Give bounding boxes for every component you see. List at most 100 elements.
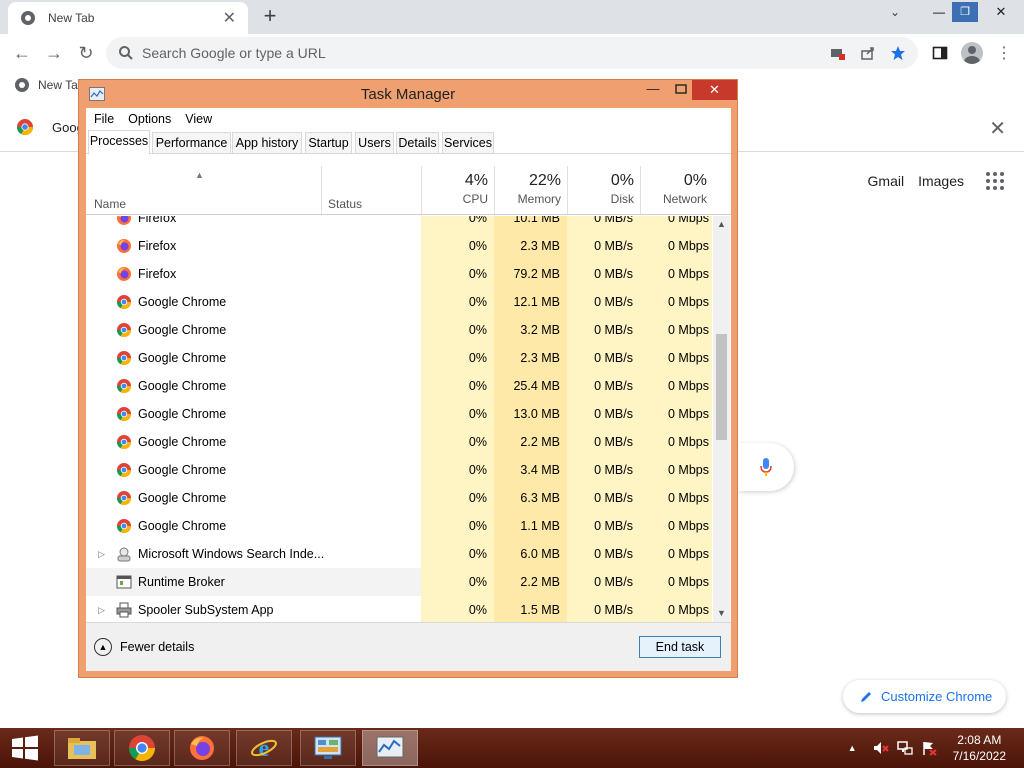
menu-options[interactable]: Options	[128, 112, 171, 126]
new-tab-button[interactable]: +	[258, 4, 282, 28]
address-bar[interactable]: Search Google or type a URL	[106, 37, 918, 69]
disk-value: 0 MB/s	[567, 344, 640, 372]
expand-arrow-icon[interactable]: ▷	[98, 596, 105, 622]
tab-search-icon[interactable]: ⌄	[880, 5, 910, 19]
customize-label: Customize Chrome	[881, 689, 993, 704]
process-name: Google Chrome	[138, 491, 227, 505]
memory-value: 13.0 MB	[494, 400, 567, 428]
tab-users[interactable]: Users	[355, 132, 394, 154]
tab-performance[interactable]: Performance	[152, 132, 231, 154]
google-apps-icon[interactable]	[986, 172, 1004, 190]
scroll-up-icon[interactable]: ▲	[713, 216, 730, 233]
show-hidden-icons-icon[interactable]: ▲	[848, 743, 857, 753]
voice-search-button[interactable]	[738, 443, 794, 491]
process-name: Google Chrome	[138, 435, 227, 449]
table-row[interactable]: Google Chrome 0% 3.2 MB 0 MB/s 0 Mbps	[86, 316, 712, 344]
tm-maximize-button[interactable]	[667, 80, 695, 100]
table-row[interactable]: ▷ Spooler SubSystem App 0% 1.5 MB 0 MB/s 0 Mb…	[86, 596, 712, 622]
taskbar-firefox[interactable]	[174, 730, 230, 766]
memory-value: 79.2 MB	[494, 260, 567, 288]
table-row[interactable]: Firefox 0% 79.2 MB 0 MB/s 0 Mbps	[86, 260, 712, 288]
table-row[interactable]: Google Chrome 0% 25.4 MB 0 MB/s 0 Mbps	[86, 372, 712, 400]
table-row[interactable]: ▷ Microsoft Windows Search Inde... 0% 6.0 M…	[86, 540, 712, 568]
action-center-flag-icon[interactable]	[921, 740, 937, 756]
memory-value: 2.2 MB	[494, 568, 567, 596]
tab-details[interactable]: Details	[396, 132, 439, 154]
side-panel-icon[interactable]	[928, 37, 952, 69]
taskbar-chrome[interactable]	[114, 730, 170, 766]
column-disk[interactable]: 0% Disk	[567, 172, 634, 206]
task-manager-titlebar[interactable]: Task Manager — ✕	[79, 80, 737, 108]
expand-arrow-icon[interactable]: ▷	[98, 540, 105, 568]
bookmark-new-tab[interactable]: New Tab	[14, 77, 84, 93]
vertical-scrollbar[interactable]: ▲ ▼	[713, 216, 730, 622]
table-row[interactable]: Google Chrome 0% 6.3 MB 0 MB/s 0 Mbps	[86, 484, 712, 512]
table-row[interactable]: Firefox 0% 10.1 MB 0 MB/s 0 Mbps	[86, 216, 712, 232]
close-tab-icon[interactable]: ✕	[223, 8, 236, 28]
network-value: 0 Mbps	[640, 344, 712, 372]
tm-close-button[interactable]: ✕	[692, 80, 737, 100]
taskbar-control-panel[interactable]	[300, 730, 356, 766]
profile-avatar[interactable]	[960, 37, 984, 69]
avatar	[961, 42, 983, 64]
cpu-value: 0%	[421, 232, 494, 260]
column-network[interactable]: 0% Network	[640, 172, 707, 206]
taskbar-task-manager[interactable]	[362, 730, 418, 766]
scroll-down-icon[interactable]: ▼	[713, 605, 730, 622]
table-row[interactable]: Google Chrome 0% 2.2 MB 0 MB/s 0 Mbps	[86, 428, 712, 456]
tab-processes[interactable]: Processes	[88, 130, 150, 155]
column-status[interactable]: Status	[328, 197, 362, 211]
memory-value: 6.3 MB	[494, 484, 567, 512]
customize-chrome-button[interactable]: Customize Chrome	[843, 680, 1006, 713]
bookmark-star-icon[interactable]	[890, 45, 906, 61]
share-icon[interactable]	[860, 45, 876, 61]
column-memory[interactable]: 22% Memory	[494, 172, 561, 206]
tab-app-history[interactable]: App history	[232, 132, 302, 154]
column-name[interactable]: Name	[94, 197, 126, 211]
column-cpu[interactable]: 4% CPU	[421, 172, 488, 206]
scroll-thumb[interactable]	[716, 334, 727, 440]
table-row[interactable]: Google Chrome 0% 1.1 MB 0 MB/s 0 Mbps	[86, 512, 712, 540]
tm-minimize-button[interactable]: —	[639, 80, 667, 100]
close-window-button[interactable]: ✕	[978, 2, 1024, 22]
taskbar-internet-explorer[interactable]: e	[236, 730, 292, 766]
table-row[interactable]: Google Chrome 0% 3.4 MB 0 MB/s 0 Mbps	[86, 456, 712, 484]
menu-file[interactable]: File	[94, 112, 114, 126]
cpu-value: 0%	[421, 372, 494, 400]
menu-view[interactable]: View	[185, 112, 212, 126]
end-task-button[interactable]: End task	[639, 636, 721, 658]
tab-startup[interactable]: Startup	[305, 132, 352, 154]
runtime-broker-icon	[116, 574, 132, 590]
camera-blocked-icon[interactable]	[830, 45, 846, 61]
process-name: Google Chrome	[138, 407, 227, 421]
network-icon[interactable]	[896, 740, 913, 756]
process-name: Google Chrome	[138, 351, 227, 365]
reload-button[interactable]: ↻	[70, 37, 102, 69]
tab-new-tab[interactable]: New Tab ✕	[8, 2, 248, 34]
windows-start-icon[interactable]	[8, 734, 42, 762]
clock[interactable]: 2:08 AM 7/16/2022	[953, 732, 1006, 764]
fewer-details-button[interactable]: ▲ Fewer details	[94, 638, 194, 656]
back-button[interactable]: ←	[6, 37, 38, 69]
chrome-icon	[15, 78, 29, 92]
gmail-link[interactable]: Gmail	[868, 173, 905, 189]
images-link[interactable]: Images	[918, 173, 964, 189]
table-row[interactable]: Runtime Broker 0% 2.2 MB 0 MB/s 0 Mbps	[86, 568, 712, 596]
minimize-button[interactable]: —	[926, 2, 952, 22]
process-name: Google Chrome	[138, 323, 227, 337]
restore-button[interactable]: ❐	[952, 2, 978, 22]
network-value: 0 Mbps	[640, 400, 712, 428]
table-row[interactable]: Google Chrome 0% 13.0 MB 0 MB/s 0 Mbps	[86, 400, 712, 428]
table-row[interactable]: Google Chrome 0% 12.1 MB 0 MB/s 0 Mbps	[86, 288, 712, 316]
tab-services[interactable]: Services	[442, 132, 494, 154]
table-row[interactable]: Firefox 0% 2.3 MB 0 MB/s 0 Mbps	[86, 232, 712, 260]
menu-bar: File Options View	[86, 108, 731, 130]
forward-button[interactable]: →	[38, 37, 70, 69]
close-infobar-icon[interactable]: ✕	[989, 116, 1006, 141]
more-menu-icon[interactable]: ⋮	[992, 37, 1016, 69]
volume-muted-icon[interactable]	[873, 740, 889, 756]
taskbar-file-explorer[interactable]	[54, 730, 110, 766]
system-tray: ▲ 2:08 AM 7/16/2022	[848, 728, 1024, 768]
network-value: 0 Mbps	[640, 288, 712, 316]
table-row[interactable]: Google Chrome 0% 2.3 MB 0 MB/s 0 Mbps	[86, 344, 712, 372]
